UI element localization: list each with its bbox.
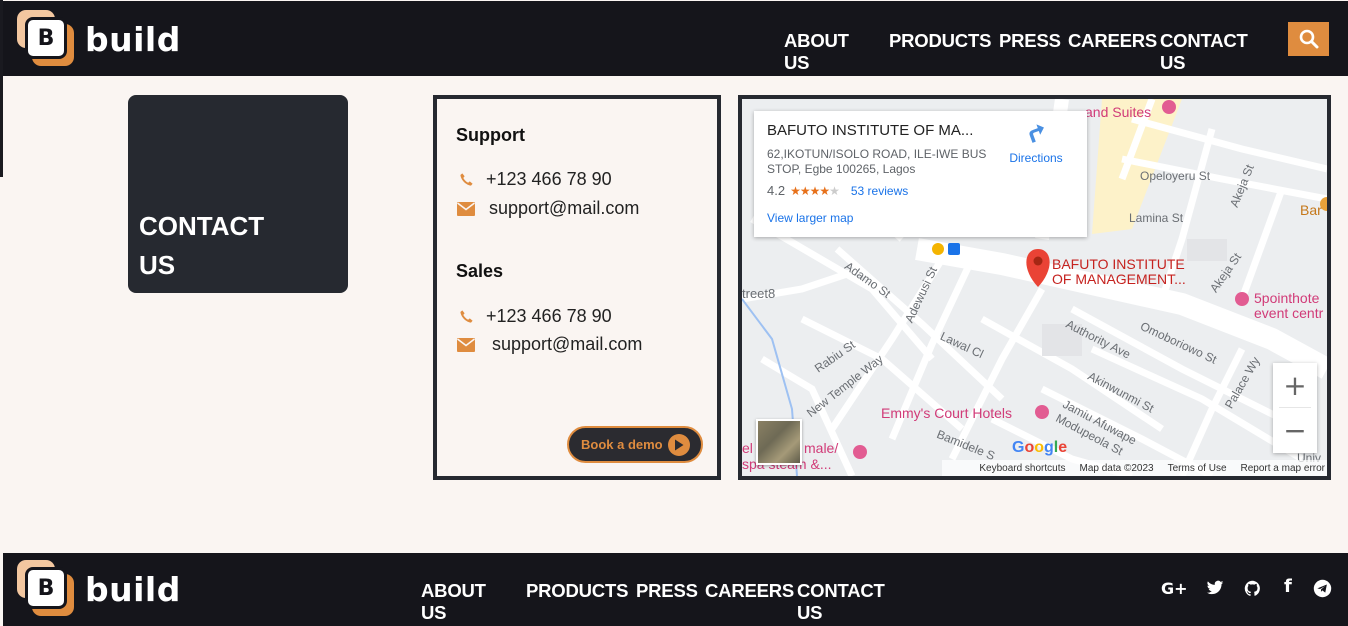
contact-us-tile: CONTACT US <box>128 95 348 293</box>
directions-label: Directions <box>1009 151 1063 165</box>
support-phone-text: +123 466 78 90 <box>486 169 612 189</box>
contact-info-card: Support +123 466 78 90 support@mail.com … <box>433 95 721 480</box>
contact-title: CONTACT US <box>139 211 265 280</box>
telegram-icon[interactable] <box>1313 579 1332 598</box>
logo-mark-icon: B <box>17 10 75 68</box>
book-demo-label: Book a demo <box>581 437 663 452</box>
facebook-icon[interactable]: f <box>1284 576 1292 597</box>
footer-nav-about-us[interactable]: ABOUT US <box>421 580 486 624</box>
report-map-error-link[interactable]: Report a map error <box>1241 463 1325 474</box>
support-email-text: support@mail.com <box>489 198 640 218</box>
support-phone[interactable]: +123 466 78 90 <box>456 169 612 190</box>
nav-press[interactable]: PRESS <box>999 30 1061 52</box>
street-label: Lamina St <box>1129 211 1184 225</box>
zoom-out-button[interactable]: − <box>1273 408 1317 453</box>
phone-icon <box>456 308 476 326</box>
nav-about-us[interactable]: ABOUT US <box>784 30 849 74</box>
envelope-icon <box>456 200 476 218</box>
poi-suites[interactable]: and Suites <box>1085 105 1151 120</box>
sales-email-text: support@mail.com <box>492 334 643 354</box>
footer-nav-products[interactable]: PRODUCTS <box>526 580 628 602</box>
poi-bar[interactable]: Bar <box>1300 203 1322 218</box>
view-larger-map-link[interactable]: View larger map <box>767 211 853 225</box>
support-email[interactable]: support@mail.com <box>456 198 639 219</box>
place-name: BAFUTO INSTITUTE OF MA... <box>767 122 974 139</box>
marker-label[interactable]: BAFUTO INSTITUTE OF MANAGEMENT... <box>1052 257 1186 287</box>
github-icon[interactable] <box>1244 580 1261 597</box>
search-button[interactable] <box>1288 22 1329 56</box>
street-label: treet8 <box>742 286 776 301</box>
keyboard-shortcuts-link[interactable]: Keyboard shortcuts <box>979 463 1065 474</box>
map-zoom-controls: + − <box>1273 363 1317 453</box>
place-rating: 4.2 ★★★★★ 53 reviews <box>767 183 908 198</box>
nav-careers[interactable]: CAREERS <box>1068 30 1157 52</box>
brand-name: build <box>85 569 181 609</box>
sales-email[interactable]: support@mail.com <box>456 334 642 355</box>
twitter-icon[interactable] <box>1206 580 1224 596</box>
footer-nav-contact-us[interactable]: CONTACT US <box>797 580 885 624</box>
brand-name: build <box>85 19 181 59</box>
header-logo[interactable]: B build <box>17 10 181 68</box>
google-logo: Google <box>1012 439 1068 456</box>
google-plus-icon[interactable]: G+ <box>1161 579 1188 598</box>
rating-value: 4.2 <box>767 183 786 198</box>
footer-nav-press[interactable]: PRESS <box>636 580 698 602</box>
nav-contact-us[interactable]: CONTACT US <box>1160 30 1248 74</box>
zoom-in-button[interactable]: + <box>1273 363 1317 408</box>
street-label: Opeloyeru St <box>1140 169 1211 183</box>
poi-spa[interactable]: male/ <box>804 441 838 456</box>
reviews-link[interactable]: 53 reviews <box>851 184 908 198</box>
map-data-text: Map data ©2023 <box>1079 462 1154 474</box>
footer-logo[interactable]: B build <box>17 560 181 618</box>
nav-products[interactable]: PRODUCTS <box>889 30 991 52</box>
directions-icon <box>1029 124 1044 143</box>
poi-emmys-court-hotels[interactable]: Emmy's Court Hotels <box>881 406 1012 421</box>
map-place-card: BAFUTO INSTITUTE OF MA... 62,IKOTUN/ISOL… <box>754 111 1087 237</box>
directions-button[interactable]: Directions <box>1002 121 1070 165</box>
place-address: 62,IKOTUN/ISOLO ROAD, ILE-IWE BUS STOP, … <box>767 147 987 176</box>
satellite-toggle-thumbnail[interactable] <box>756 419 802 465</box>
rating-stars-icon: ★★★★★ <box>790 183 840 198</box>
map-footer: Keyboard shortcuts Map data ©2023 Terms … <box>942 460 1327 476</box>
play-icon <box>668 434 690 456</box>
support-heading: Support <box>456 125 525 145</box>
envelope-icon <box>456 336 476 354</box>
terms-of-use-link[interactable]: Terms of Use <box>1168 463 1227 474</box>
phone-icon <box>456 171 476 189</box>
sales-phone-text: +123 466 78 90 <box>486 306 612 326</box>
footer-nav-careers[interactable]: CAREERS <box>705 580 794 602</box>
search-icon <box>1299 29 1318 49</box>
logo-mark-icon: B <box>17 560 75 618</box>
poi-5pointhotel[interactable]: 5pointhote event centr <box>1254 291 1323 321</box>
sales-heading: Sales <box>456 261 504 281</box>
google-map[interactable]: and Suites Opeloyeru St Lamina St Akeja … <box>738 95 1331 480</box>
poi-el[interactable]: el <box>742 441 753 456</box>
book-demo-button[interactable]: Book a demo <box>567 426 703 463</box>
sales-phone[interactable]: +123 466 78 90 <box>456 306 612 327</box>
